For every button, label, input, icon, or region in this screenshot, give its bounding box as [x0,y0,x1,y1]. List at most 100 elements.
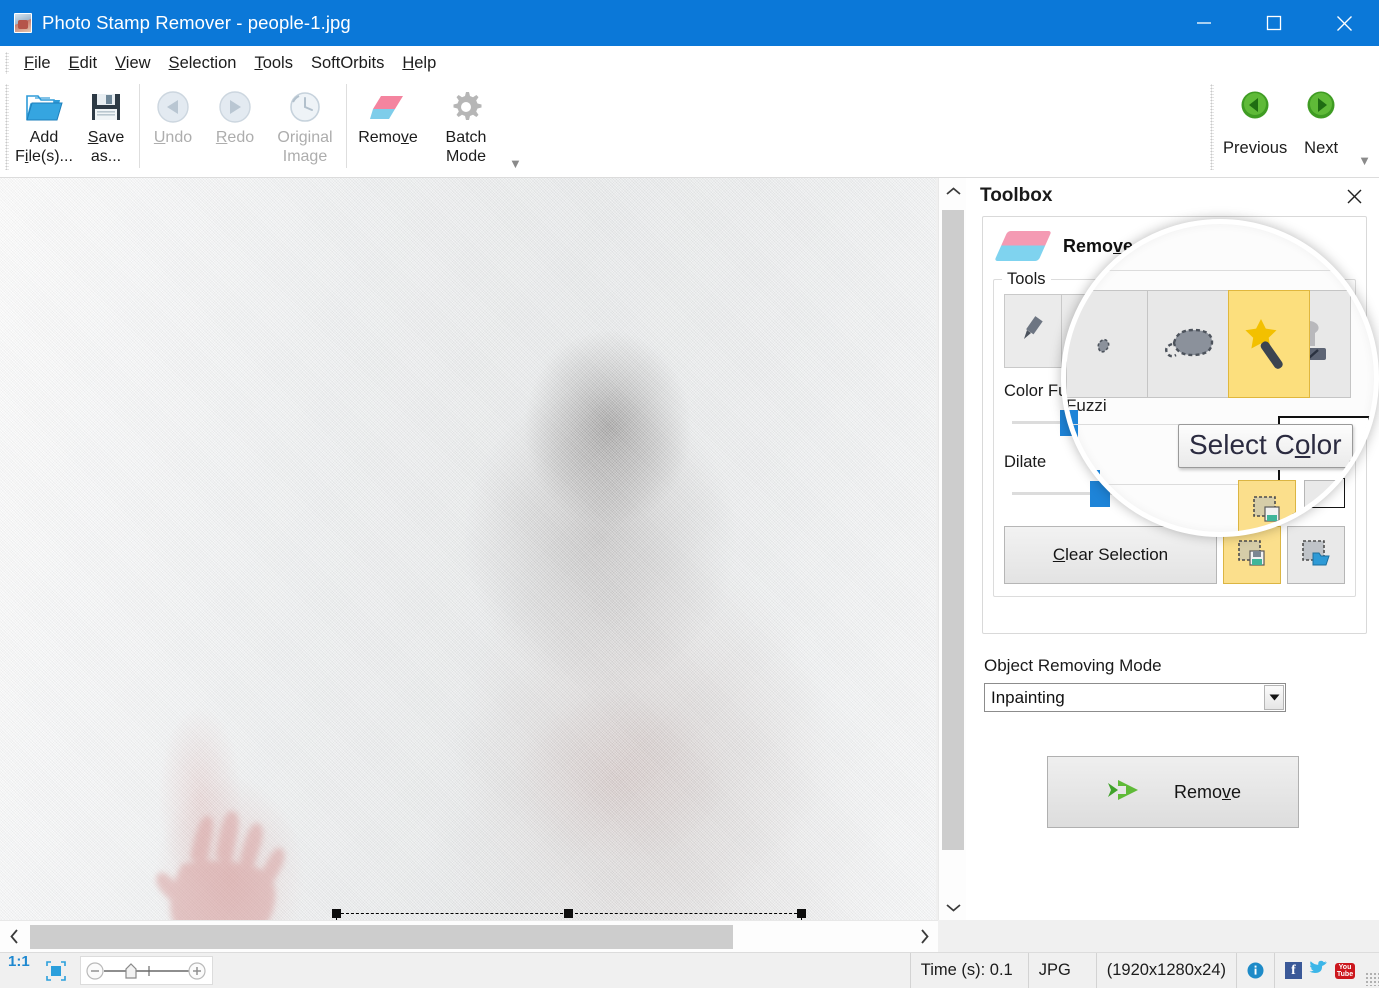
floppy-disk-icon [90,86,122,128]
remove-ribbon-label: Remove [358,129,418,146]
navigation-group: Previous Next ▼ [1210,80,1379,174]
previous-label: Previous [1223,139,1288,157]
original-image-button[interactable]: Original Image [266,80,344,172]
youtube-icon[interactable]: You Tube [1335,962,1355,979]
eraser-icon [994,231,1052,261]
status-spacer [213,953,911,988]
resize-grip[interactable] [1365,972,1379,986]
selection-handle[interactable] [797,909,806,918]
chevron-down-icon[interactable] [1264,685,1284,710]
save-as-label: Save as... [87,129,125,165]
selection-rectangle[interactable] [332,909,806,920]
toolbox-header: Toolbox [966,178,1379,214]
green-left-arrow-icon [1240,90,1270,125]
vertical-scroll-thumb[interactable] [942,210,964,850]
next-button[interactable]: Next [1288,80,1354,172]
remove-ribbon-button[interactable]: Remove [349,80,427,172]
batch-mode-button[interactable]: Batch Mode [427,80,505,172]
menu-tools[interactable]: Tools [245,51,302,76]
menu-bar: File Edit View Selection Tools SoftOrbit… [0,46,1379,80]
magnified-tools-row [1066,290,1310,398]
info-icon[interactable] [1237,953,1275,988]
magnified-dilate-track [1066,484,1264,485]
menu-file[interactable]: File [15,51,60,76]
menu-edit[interactable]: Edit [60,51,106,76]
eraser-icon [369,86,407,128]
magnified-marker-tool[interactable] [1066,290,1148,398]
add-files-button[interactable]: Add File(s)... [13,80,75,172]
scroll-right-button[interactable] [910,921,938,953]
object-removing-mode-value: Inpainting [991,687,1065,707]
horizontal-scroll-thumb[interactable] [30,924,733,949]
selection-handle[interactable] [332,909,341,918]
remove-action-button[interactable]: Remove [1046,756,1299,828]
ribbon-separator-2 [346,84,347,168]
object-removing-mode-block: Object Removing Mode Inpainting Remove [984,656,1361,828]
magnified-magic-wand-tool[interactable] [1228,290,1310,398]
object-removing-mode-select[interactable]: Inpainting [984,683,1286,712]
nav-drag-grip[interactable] [1210,84,1215,170]
ribbon-overflow-button[interactable]: ▼ [509,156,522,171]
menu-drag-grip[interactable] [5,52,9,74]
remove-button-wrap: Remove [984,756,1361,828]
undo-arrow-icon [155,86,191,128]
magnified-load-selection-button[interactable] [1304,480,1362,532]
magnified-lasso-tool[interactable] [1147,290,1229,398]
menu-view[interactable]: View [106,51,159,76]
image-canvas[interactable]: Censored [0,178,936,920]
green-arrow-icon [1104,775,1144,810]
image-dimensions: (1920x1280x24) [1097,953,1237,988]
fit-to-screen-icon[interactable] [38,953,74,988]
ribbon-toolbar: Add File(s)... Save as... Undo Redo Orig… [0,80,1379,178]
window-controls [1169,0,1379,46]
title-bar: Photo Stamp Remover - people-1.jpg [0,0,1379,46]
selection-actions-row: Clear Selection [1004,526,1345,584]
maximize-button[interactable] [1239,0,1309,46]
scroll-up-button[interactable] [939,178,967,204]
nav-overflow-button[interactable]: ▼ [1358,153,1371,168]
application-window: Photo Stamp Remover - people-1.jpg File … [0,0,1379,988]
menu-help[interactable]: Help [393,51,445,76]
remove-action-label: Remove [1173,781,1242,802]
previous-button[interactable]: Previous [1222,80,1288,172]
facebook-icon[interactable]: f [1285,962,1302,979]
menu-softorbits[interactable]: SoftOrbits [302,51,393,76]
zoom-ratio-label[interactable]: 1:1 [0,953,38,988]
ribbon-separator-1 [139,84,140,168]
selection-handle[interactable] [564,909,573,918]
processing-time: Time (s): 0.1 [911,953,1029,988]
clear-selection-button[interactable]: Clear Selection [1004,526,1217,584]
pencil-marker-icon [1018,314,1048,349]
close-button[interactable] [1309,0,1379,46]
redo-arrow-icon [217,86,253,128]
open-folder-icon [24,86,64,128]
magnified-divider [1066,270,1374,271]
minimize-button[interactable] [1169,0,1239,46]
toolbox-close-icon[interactable] [1341,183,1367,209]
twitter-icon[interactable] [1309,960,1328,981]
save-as-button[interactable]: Save as... [75,80,137,172]
horizontal-scrollbar[interactable] [0,920,938,952]
redo-button[interactable]: Redo [204,80,266,172]
vertical-scroll-track[interactable] [939,204,967,894]
object-removing-mode-label: Object Removing Mode [984,656,1162,675]
menu-selection[interactable]: Selection [160,51,246,76]
magnifier-lens: Fuzzi 0 Select Color [1061,219,1379,537]
ribbon-drag-grip[interactable] [5,84,9,170]
zoom-slider[interactable] [79,956,213,985]
next-label: Next [1304,139,1339,157]
magnifier-content: Fuzzi 0 Select Color [1066,224,1374,532]
scroll-left-button[interactable] [0,921,28,953]
undo-button[interactable]: Undo [142,80,204,172]
load-selection-button[interactable] [1287,526,1345,584]
green-right-arrow-icon [1306,90,1336,125]
scroll-down-button[interactable] [939,894,967,920]
original-image-label: Original Image [277,129,333,165]
add-files-label: Add File(s)... [15,129,73,165]
magnified-save-selection-button[interactable] [1238,480,1296,532]
horizontal-scroll-track[interactable] [28,921,910,953]
image-format: JPG [1029,953,1097,988]
vertical-scrollbar[interactable] [938,178,966,920]
magnified-dilate-knob[interactable] [1080,470,1100,502]
marker-tool-button[interactable] [1004,294,1062,368]
